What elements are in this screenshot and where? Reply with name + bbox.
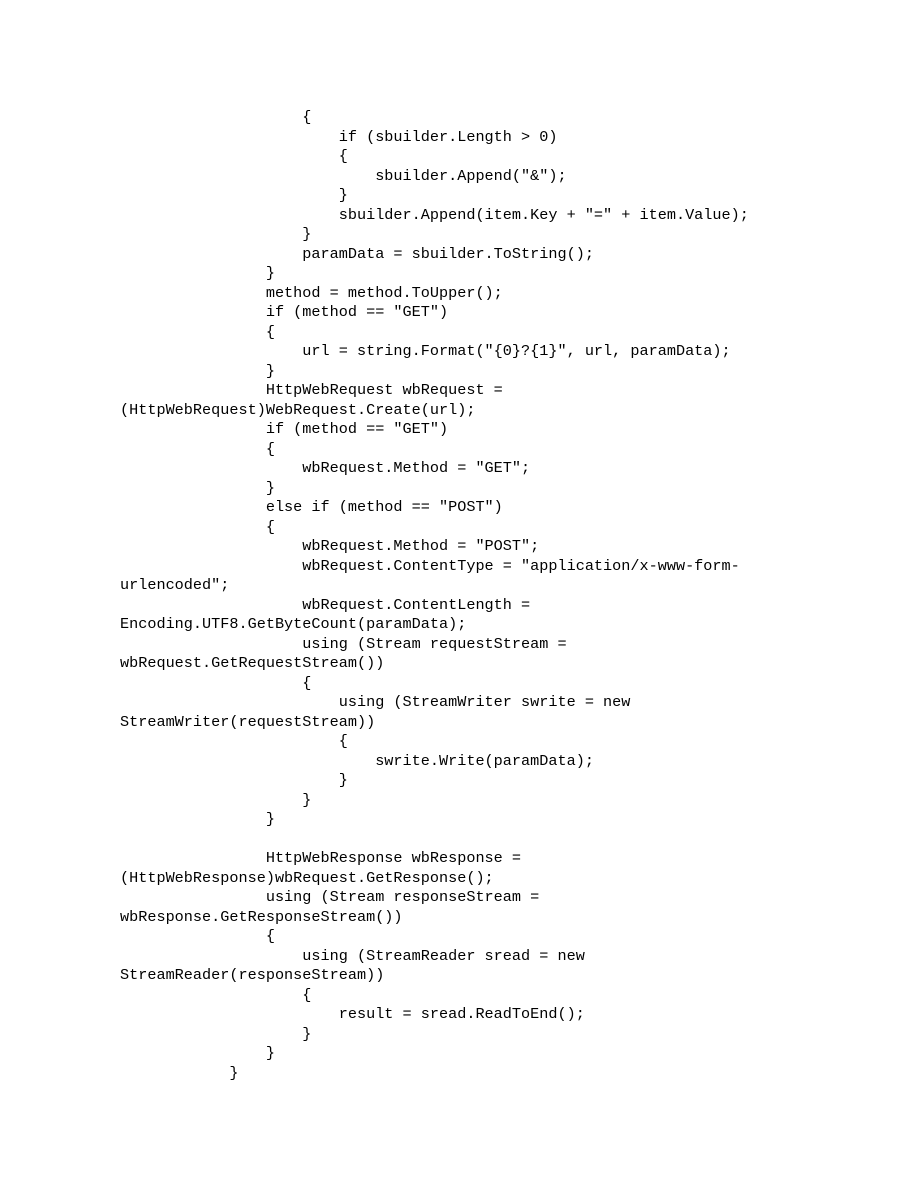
code-block: { if (sbuilder.Length > 0) { sbuilder.Ap… <box>120 108 800 1083</box>
code-page: { if (sbuilder.Length > 0) { sbuilder.Ap… <box>0 0 920 1191</box>
